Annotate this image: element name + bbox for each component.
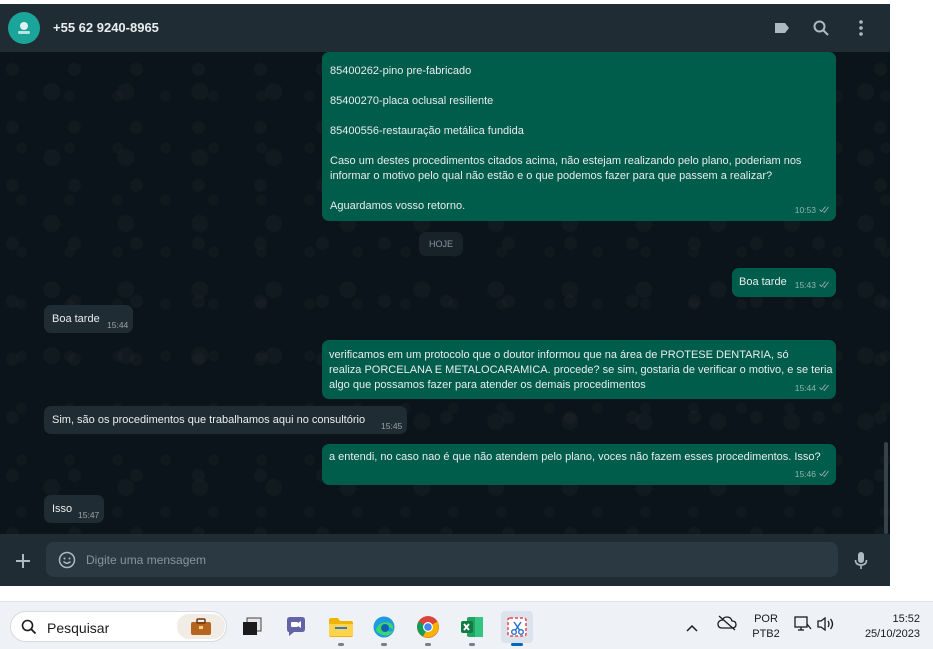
message-line: 85400556-restauração metálica fundida — [330, 125, 524, 137]
message-composer — [0, 534, 890, 586]
running-indicator — [511, 643, 523, 646]
search-icon — [21, 619, 37, 640]
message-line — [330, 79, 801, 94]
attach-plus-icon[interactable] — [12, 550, 34, 572]
message-line: Caso um destes procedimentos citados aci… — [330, 155, 802, 167]
double-check-icon — [819, 203, 830, 218]
chat-icon[interactable] — [280, 611, 312, 643]
message-bubble-incoming[interactable]: Isso 15:47 — [44, 495, 104, 523]
message-timestamp: 15:46 — [795, 467, 830, 482]
excel-icon[interactable] — [456, 611, 488, 646]
label-icon[interactable] — [772, 18, 792, 38]
task-view-icon[interactable] — [236, 611, 268, 643]
message-input[interactable] — [86, 542, 826, 577]
message-line: realiza PORCELANA E METALOCARAMICA. proc… — [329, 364, 833, 376]
volume-icon[interactable] — [817, 616, 835, 637]
message-bubble-outgoing[interactable]: 85400262-pino pre-fabricado 85400270-pla… — [322, 52, 836, 221]
message-input-container[interactable] — [46, 542, 838, 577]
whatsapp-window: +55 62 9240-8965 85400262-pino pre-fabri… — [0, 4, 890, 586]
search-placeholder: Pesquisar — [47, 620, 110, 636]
message-line: verificamos em um protocolo que o doutor… — [329, 349, 789, 361]
message-text: a entendi, no caso nao é que não atendem… — [329, 451, 821, 463]
message-text: Isso — [52, 503, 73, 515]
cloud-offline-icon[interactable] — [717, 615, 737, 636]
more-vertical-icon[interactable] — [851, 18, 871, 38]
message-timestamp: 10:53 — [795, 203, 830, 218]
message-text: Sim, são os procedimentos que trabalhamo… — [52, 414, 366, 426]
message-line: 85400270-placa oclusal resiliente — [330, 95, 494, 107]
message-line: 85400262-pino pre-fabricado — [330, 65, 472, 77]
message-line — [330, 184, 801, 199]
message-timestamp: 15:44 — [795, 381, 830, 396]
clock[interactable]: 15:52 25/10/2023 — [846, 612, 920, 642]
running-indicator — [469, 643, 475, 646]
message-line — [330, 109, 801, 124]
network-icon[interactable] — [794, 615, 812, 638]
message-text: Boa tarde — [52, 313, 100, 325]
taskbar-search[interactable]: Pesquisar — [10, 611, 227, 642]
message-bubble-outgoing[interactable]: Boa tarde 15:43 — [732, 268, 836, 297]
double-check-icon — [819, 278, 830, 293]
clock-time: 15:52 — [892, 613, 920, 625]
edge-icon[interactable] — [368, 611, 400, 646]
clock-date: 25/10/2023 — [864, 628, 920, 640]
briefcase-icon[interactable] — [177, 614, 225, 639]
file-explorer-icon[interactable] — [325, 611, 357, 646]
message-bubble-incoming[interactable]: Sim, são os procedimentos que trabalhamo… — [44, 406, 407, 434]
microphone-icon[interactable] — [852, 550, 870, 572]
message-bubble-outgoing[interactable]: a entendi, no caso nao é que não atendem… — [322, 444, 836, 485]
input-language-indicator[interactable]: POR PTB2 — [749, 612, 783, 642]
chevron-up-icon[interactable] — [686, 619, 698, 637]
message-line: algo que possamos fazer para atender os … — [329, 379, 646, 391]
snipping-tool-icon[interactable] — [501, 611, 533, 646]
windows-taskbar: Pesquisar POR PTB2 15:52 25/10/2023 — [0, 601, 933, 649]
avatar[interactable] — [8, 12, 40, 44]
chrome-icon[interactable] — [412, 611, 444, 646]
double-check-icon — [819, 381, 830, 396]
contact-name[interactable]: +55 62 9240-8965 — [53, 20, 159, 35]
message-timestamp: 15:47 — [78, 510, 100, 520]
chat-header[interactable]: +55 62 9240-8965 — [0, 4, 890, 52]
message-timestamp: 15:45 — [381, 421, 403, 431]
scrollbar[interactable] — [884, 442, 888, 534]
message-line — [330, 139, 801, 154]
double-check-icon — [819, 467, 830, 482]
running-indicator — [381, 643, 387, 646]
message-line: Aguardamos vosso retorno. — [330, 200, 466, 212]
running-indicator — [338, 643, 344, 646]
emoji-icon[interactable] — [58, 551, 76, 569]
message-list[interactable]: 85400262-pino pre-fabricado 85400270-pla… — [0, 52, 890, 534]
message-timestamp: 15:43 — [795, 278, 830, 293]
message-line: informar o motivo pelo qual não estão e … — [330, 170, 773, 182]
date-separator: HOJE — [419, 232, 463, 256]
running-indicator — [425, 643, 431, 646]
message-bubble-outgoing[interactable]: verificamos em um protocolo que o doutor… — [322, 340, 836, 399]
message-text: Boa tarde — [739, 276, 787, 288]
search-icon[interactable] — [811, 18, 831, 38]
message-timestamp: 15:44 — [107, 320, 129, 330]
message-bubble-incoming[interactable]: Boa tarde 15:44 — [44, 305, 133, 333]
